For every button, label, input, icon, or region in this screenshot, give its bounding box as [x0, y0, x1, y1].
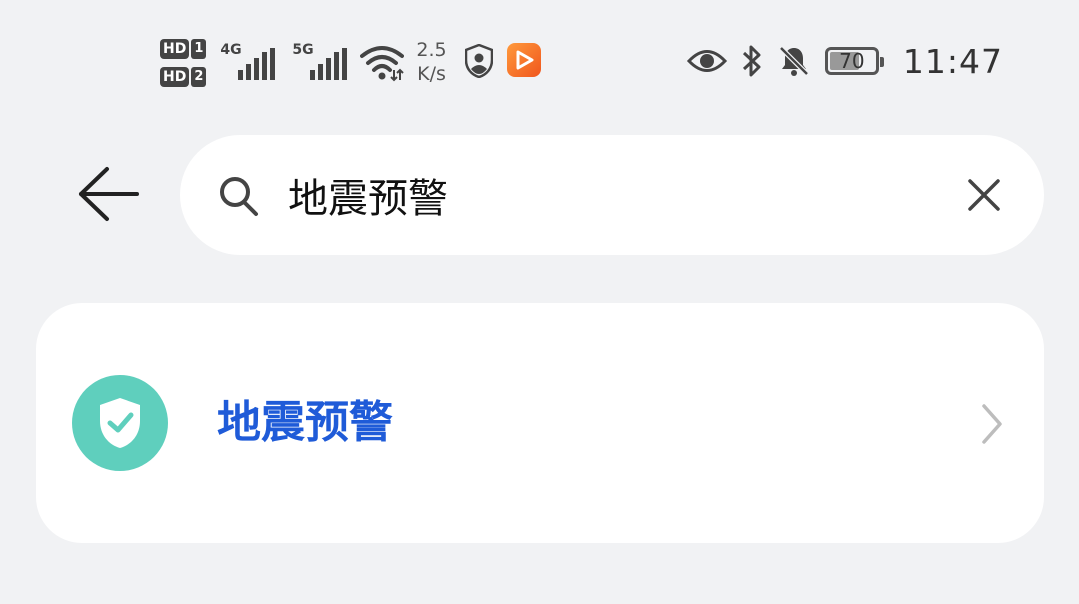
sim1-hd-badge: HD 1 [160, 38, 207, 60]
search-results-card: 地震预警 [36, 303, 1044, 543]
status-time: 11:47 [902, 41, 1003, 81]
signal-bars-icon [310, 48, 348, 80]
search-input[interactable] [288, 165, 928, 225]
sim1-number: 1 [191, 39, 207, 59]
sim2-signal: 5G [292, 38, 350, 84]
chevron-right-icon [982, 404, 1002, 444]
eye-comfort-icon [686, 50, 727, 72]
network-speed-unit: K/s [417, 63, 446, 85]
clear-search-button[interactable] [962, 173, 1006, 217]
bell-muted-icon [779, 46, 809, 76]
wifi-icon [360, 38, 405, 84]
status-bar-right: 70 11:47 [686, 38, 1003, 84]
shield-check-icon [100, 398, 140, 448]
arrow-left-icon [79, 167, 139, 221]
user-shield-icon [464, 44, 493, 78]
volte-indicators: HD 1 HD 2 [160, 38, 207, 88]
close-icon [968, 179, 1000, 211]
search-bar[interactable] [180, 135, 1044, 255]
signal-bars-icon [238, 48, 276, 80]
sim1-signal: 4G [220, 38, 278, 84]
sim1-hd-label: HD [160, 39, 190, 59]
result-item-earthquake-warning[interactable]: 地震预警 [36, 303, 1044, 543]
network-speed-value: 2.5 [416, 39, 447, 61]
result-label: 地震预警 [217, 397, 393, 448]
sim2-hd-badge: HD 2 [160, 66, 207, 88]
status-bar: HD 1 HD 2 4G 5G 2.5 K/s 70 11:47 [0, 30, 1079, 110]
sim2-hd-label: HD [160, 67, 190, 87]
battery-indicator: 70 [824, 47, 884, 75]
battery-level: 70 [839, 49, 865, 73]
earthquake-warning-app-icon [72, 375, 168, 471]
sim2-number: 2 [191, 67, 207, 87]
network-speed: 2.5 K/s [416, 38, 446, 86]
video-app-icon [506, 43, 541, 77]
search-icon [220, 177, 258, 216]
back-button[interactable] [72, 160, 144, 228]
bluetooth-icon [742, 45, 761, 77]
status-bar-left: HD 1 HD 2 4G 5G 2.5 K/s [160, 38, 541, 88]
